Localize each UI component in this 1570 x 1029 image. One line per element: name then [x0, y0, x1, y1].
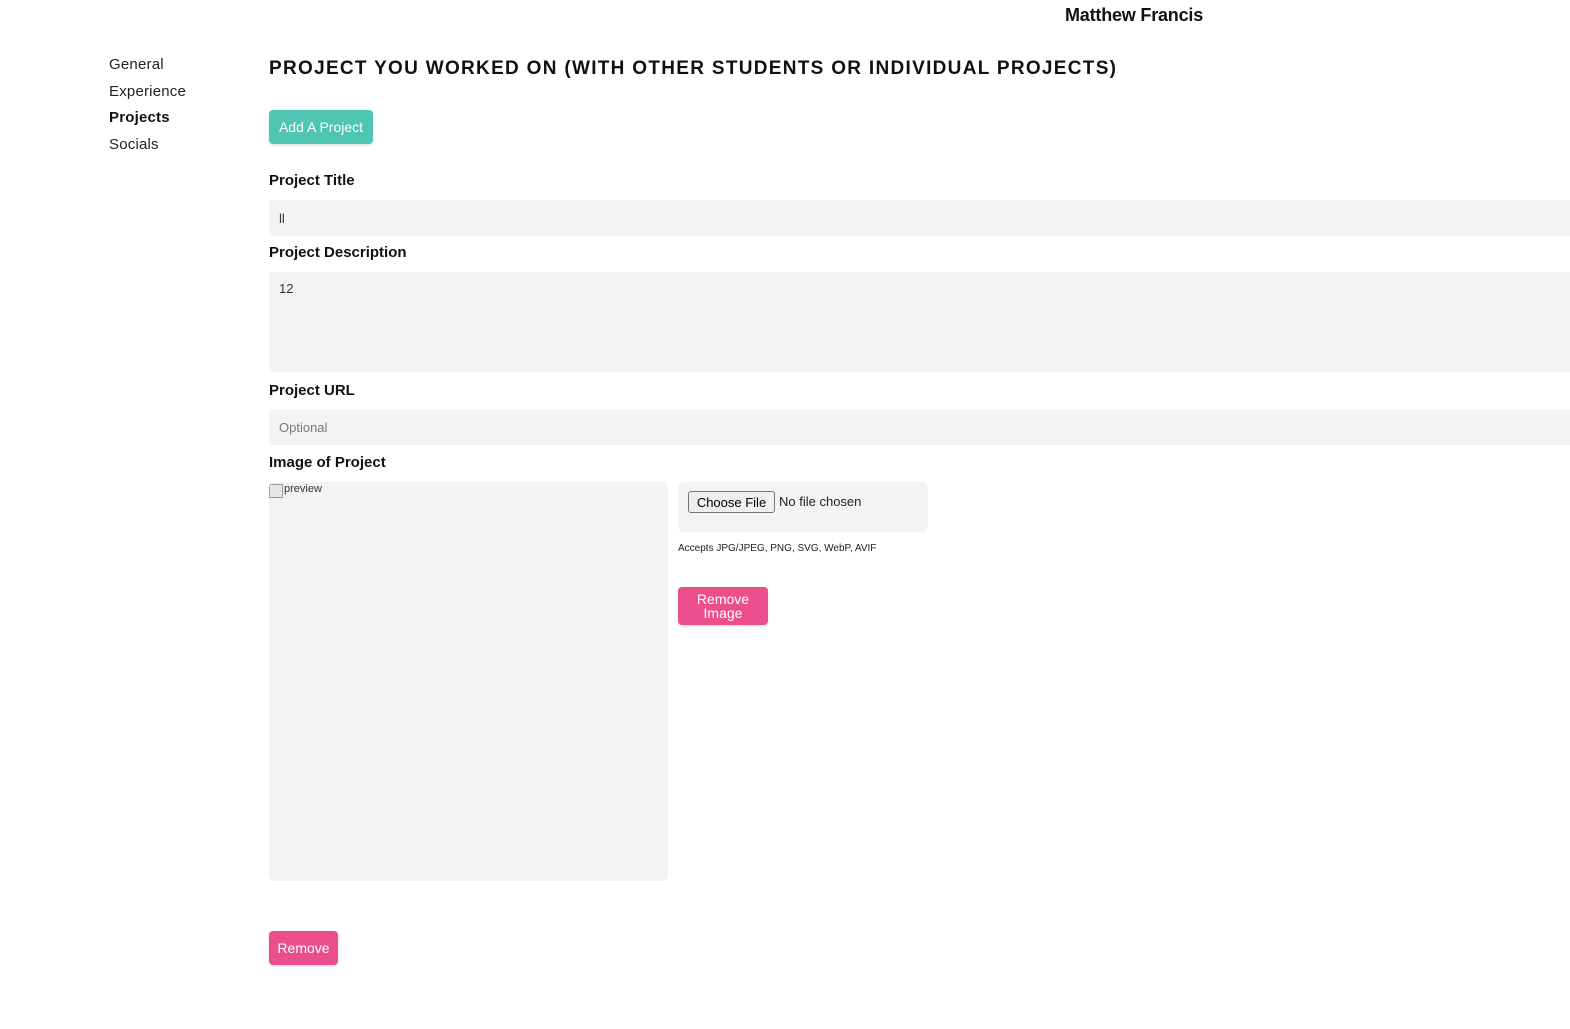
preview-alt-text: preview: [284, 483, 322, 495]
accepted-formats-text: Accepts JPG/JPEG, PNG, SVG, WebP, AVIF: [678, 543, 877, 554]
choose-file-button[interactable]: Choose File: [688, 491, 775, 513]
broken-image-icon: [269, 484, 283, 498]
section-title: PROJECT YOU WORKED ON (WITH OTHER STUDEN…: [269, 58, 1118, 79]
sidebar-item-experience[interactable]: Experience: [109, 83, 249, 101]
image-of-project-label: Image of Project: [269, 454, 386, 471]
project-description-textarea[interactable]: 12: [269, 272, 1570, 372]
file-status: No file chosen: [779, 494, 862, 509]
add-project-button[interactable]: Add A Project: [269, 110, 373, 144]
project-description-label: Project Description: [269, 244, 407, 261]
sidebar-item-socials[interactable]: Socials: [109, 136, 249, 154]
project-form: PROJECT YOU WORKED ON (WITH OTHER STUDEN…: [269, 0, 1570, 1029]
sidebar-item-projects[interactable]: Projects: [109, 109, 249, 127]
image-preview: preview: [269, 482, 668, 881]
project-title-label: Project Title: [269, 172, 355, 189]
project-url-label: Project URL: [269, 382, 355, 399]
page: Matthew Francis General Experience Proje…: [0, 0, 1570, 1029]
broken-image-placeholder: preview: [269, 482, 322, 498]
remove-image-button[interactable]: Remove Image: [678, 587, 768, 625]
project-url-input[interactable]: [269, 410, 1570, 445]
project-title-input[interactable]: [269, 200, 1570, 236]
sidebar-item-general[interactable]: General: [109, 56, 249, 74]
remove-project-button[interactable]: Remove: [269, 931, 338, 965]
sidebar-nav: General Experience Projects Socials: [109, 56, 249, 163]
file-input: Choose File No file chosen: [678, 482, 928, 532]
